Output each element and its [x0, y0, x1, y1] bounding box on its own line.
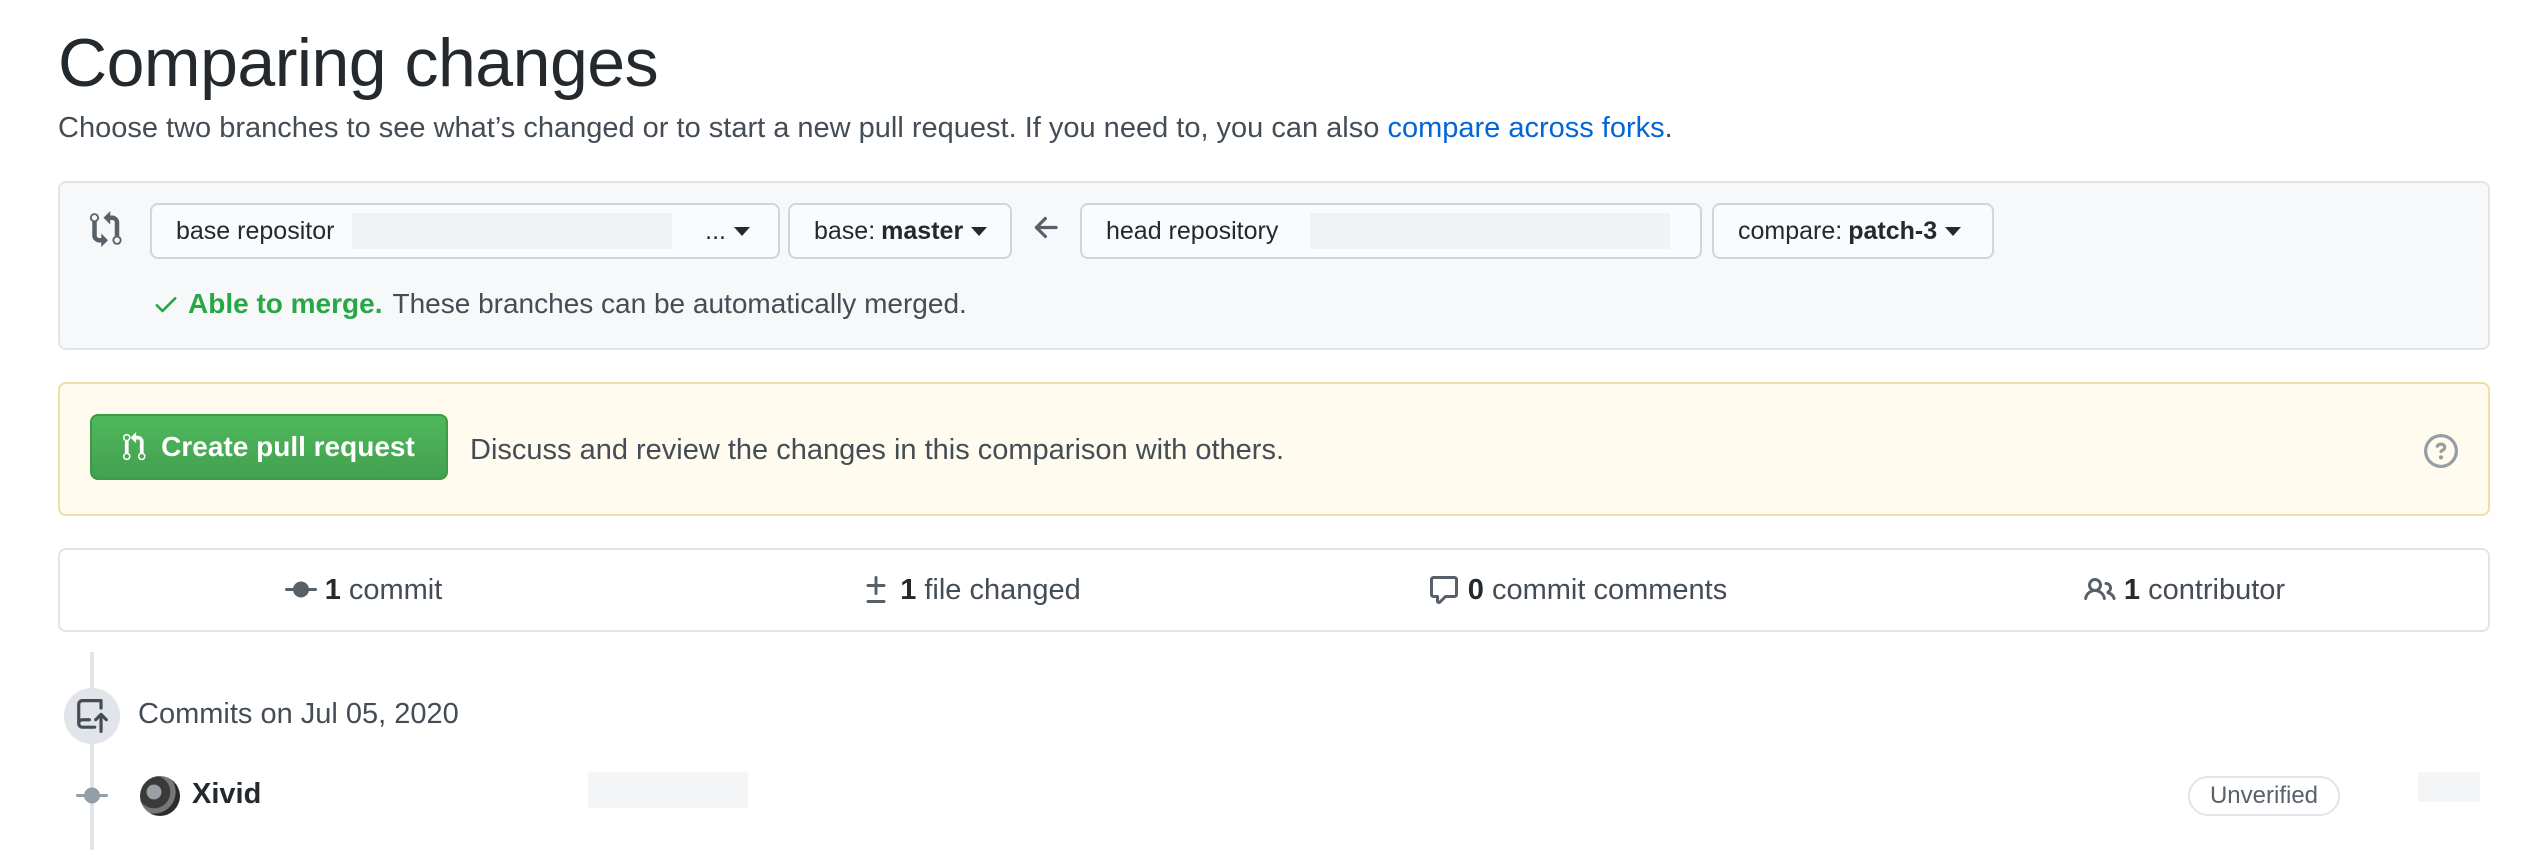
page-title: Comparing changes — [58, 25, 659, 101]
range-editor: base repositor ... base: master head rep… — [58, 181, 2490, 350]
compare-branch-select[interactable]: compare: patch-3 — [1712, 203, 1994, 259]
base-label: base: — [814, 216, 876, 245]
commits-count: 1 — [324, 573, 341, 606]
comments-count: 0 — [1467, 573, 1484, 606]
commit-comments-tab[interactable]: 0 commit comments — [1274, 574, 1881, 607]
question-icon[interactable] — [2424, 434, 2458, 468]
compare-branch-name: patch-3 — [1848, 216, 1938, 245]
commits-group-title: Commits on Jul 05, 2020 — [138, 698, 459, 730]
base-repository-select[interactable]: base repositor ... — [150, 203, 780, 259]
compare-page: Comparing changes Choose two branches to… — [58, 0, 2490, 850]
avatar[interactable] — [140, 776, 180, 816]
chevron-down-icon — [1945, 226, 1962, 236]
contributors-tab[interactable]: 1 contributor — [1881, 574, 2488, 607]
git-pull-request-icon — [123, 432, 146, 461]
base-branch-select[interactable]: base: master — [788, 203, 1012, 259]
description-period: . — [1664, 112, 1673, 144]
compare-label: compare: — [1738, 216, 1843, 245]
files-label: file changed — [924, 573, 1081, 606]
base-repository-ellipsis: ... — [705, 216, 726, 245]
compare-across-forks-link[interactable]: compare across forks — [1387, 112, 1664, 144]
unverified-badge[interactable]: Unverified — [2188, 776, 2340, 816]
page-description: Choose two branches to see what’s change… — [58, 112, 1673, 145]
merge-status-text: These branches can be automatically merg… — [392, 288, 967, 319]
contributors-label: contributor — [2148, 573, 2286, 606]
commits-tab[interactable]: 1 commit — [60, 574, 667, 607]
arrow-left-icon — [1034, 216, 1058, 239]
chevron-down-icon — [971, 226, 988, 236]
comments-label: commit comments — [1491, 573, 1728, 606]
base-branch-name: master — [881, 216, 964, 245]
commit-author[interactable]: Xivid — [192, 778, 261, 811]
commits-group-badge — [64, 688, 120, 744]
create-pr-notice: Create pull request Discuss and review t… — [58, 382, 2490, 516]
redacted-repository-name — [352, 213, 672, 249]
overall-summary: 1 commit 1 file changed 0 commit comment… — [58, 548, 2490, 632]
base-repository-dropdown: ... — [705, 217, 750, 246]
create-pr-description: Discuss and review the changes in this c… — [470, 434, 1284, 466]
create-pull-request-label: Create pull request — [161, 431, 415, 462]
git-commit-icon — [284, 581, 317, 598]
check-icon — [155, 297, 177, 313]
files-count: 1 — [900, 573, 917, 606]
base-repository-label: base repositor — [176, 216, 335, 245]
merge-status: Able to merge. These branches can be aut… — [152, 288, 967, 320]
chevron-down-icon — [734, 226, 750, 236]
git-compare-icon — [90, 211, 122, 247]
head-repository-select[interactable]: head repository — [1080, 203, 1702, 259]
commits-timeline — [90, 652, 94, 850]
repo-push-icon — [77, 699, 108, 733]
description-text: Choose two branches to see what’s change… — [58, 112, 1380, 144]
redacted-commit-message — [588, 772, 748, 808]
diff-icon — [866, 576, 886, 603]
files-changed-tab[interactable]: 1 file changed — [667, 574, 1274, 607]
comment-icon — [1429, 576, 1458, 604]
git-commit-icon — [76, 787, 108, 804]
contributors-count: 1 — [2123, 573, 2141, 606]
people-icon — [2084, 577, 2116, 601]
head-repository-label: head repository — [1106, 216, 1279, 245]
redacted-commit-sha — [2418, 772, 2480, 802]
redacted-repository-name — [1310, 213, 1670, 249]
merge-ok-label: Able to merge. — [188, 288, 383, 319]
create-pull-request-button[interactable]: Create pull request — [90, 414, 448, 480]
commits-label: commit — [348, 573, 443, 606]
